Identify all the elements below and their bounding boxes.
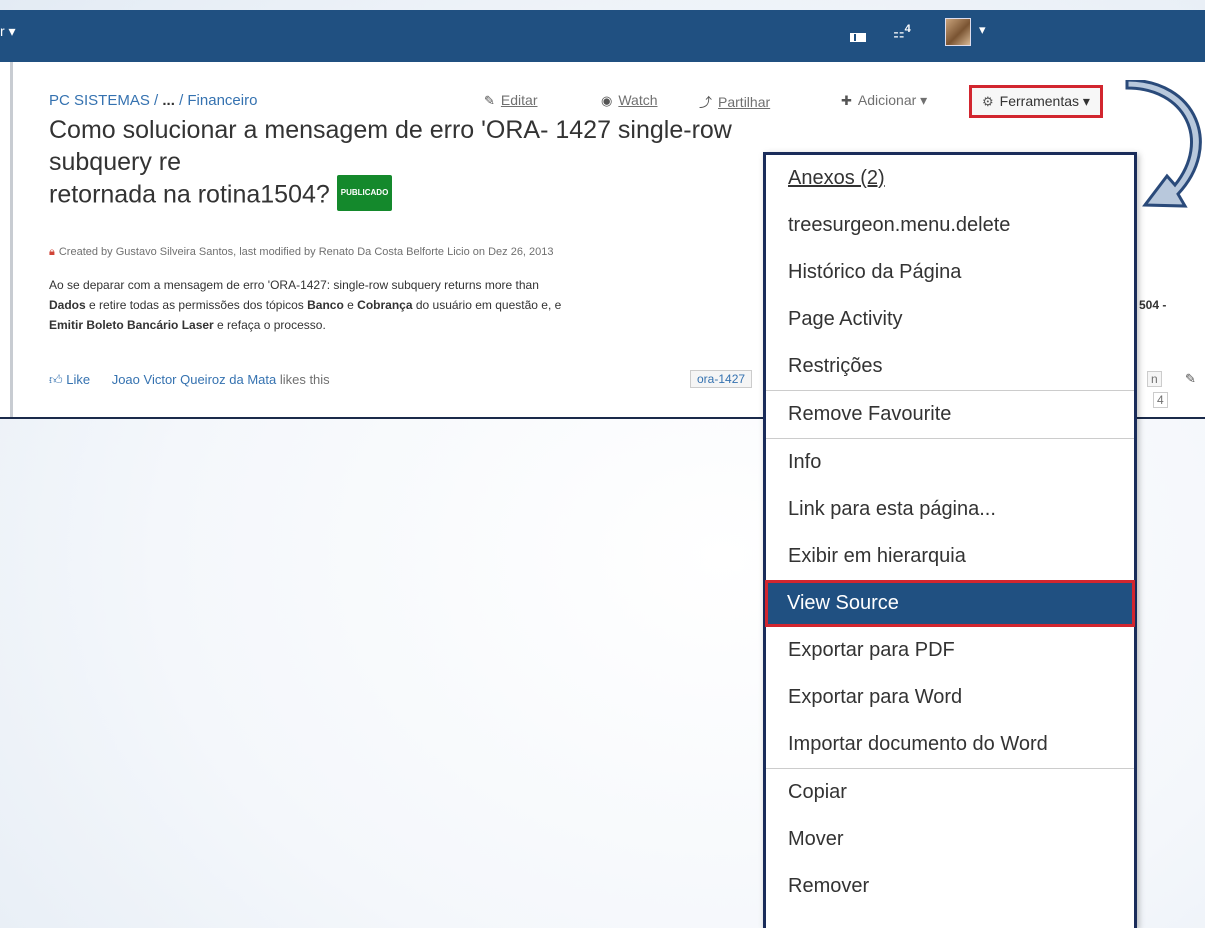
page-metadata: 🔒︎ Created by Gustavo Silveira Santos, la… bbox=[49, 246, 554, 259]
menu-item-export-word[interactable]: Exportar para Word bbox=[766, 674, 1134, 721]
avatar-caret-icon[interactable]: ▾ bbox=[979, 22, 986, 38]
plus-icon: ✚ bbox=[841, 93, 852, 108]
menu-item-hierarchy[interactable]: Exibir em hierarquia bbox=[766, 533, 1134, 580]
share-button[interactable]: ⤴ Partilhar bbox=[699, 92, 770, 111]
menu-item-label: Page Activity bbox=[788, 308, 903, 330]
menu-item-attachments[interactable]: Anexos (2) bbox=[766, 155, 1134, 202]
menu-item-import-word[interactable]: Importar documento do Word bbox=[766, 721, 1134, 768]
avatar[interactable] bbox=[945, 18, 971, 46]
tools-label: Ferramentas bbox=[999, 93, 1080, 109]
notification-count: 4 bbox=[904, 23, 911, 35]
label-tag[interactable]: n bbox=[1147, 371, 1162, 387]
menu-item-page-history[interactable]: Histórico da Página bbox=[766, 249, 1134, 296]
menu-item-label: Importar documento do Word bbox=[788, 733, 1048, 755]
body-bold-rotina: Emitir Boleto Bancário Laser bbox=[49, 318, 214, 332]
liker-link[interactable]: Joao Victor Queiroz da Mata bbox=[112, 372, 277, 387]
menu-item-label: Copiar bbox=[788, 781, 847, 803]
menu-item-label: Exibir em hierarquia bbox=[788, 545, 966, 567]
menu-item-restrictions[interactable]: Restrições bbox=[766, 343, 1134, 390]
add-label: Adicionar bbox=[857, 92, 917, 108]
body-text: e refaça o processo. bbox=[213, 318, 326, 332]
share-label: Partilhar bbox=[718, 94, 771, 110]
page-title-line3: retornada na rotina1504? bbox=[49, 180, 330, 209]
thumbs-up-icon: 👍︎ bbox=[49, 372, 63, 387]
like-row: 👍︎ Like Joao Victor Queiroz da Mata like… bbox=[49, 372, 330, 388]
breadcrumb-page[interactable]: / Financeiro bbox=[179, 92, 257, 109]
status-badge: PUBLICADO bbox=[336, 175, 393, 211]
breadcrumb: PC SISTEMAS / ... / Financeiro bbox=[49, 92, 257, 109]
pencil-icon: ✎ bbox=[484, 93, 495, 108]
menu-item-label: treesurgeon.menu.delete bbox=[788, 214, 1011, 236]
like-button[interactable]: 👍︎ Like bbox=[49, 372, 90, 387]
menu-item-copy[interactable]: Copiar bbox=[766, 769, 1134, 816]
body-line-2-right: 504 - bbox=[1139, 298, 1167, 312]
menu-item-label: Remover bbox=[788, 875, 870, 897]
edit-label: Editar bbox=[500, 92, 538, 108]
menu-item-delete[interactable]: treesurgeon.menu.delete bbox=[766, 202, 1134, 249]
body-line-1-text: Ao se deparar com a mensagem de erro 'OR… bbox=[49, 278, 539, 292]
menu-item-remove-favourite[interactable]: Remove Favourite bbox=[766, 391, 1134, 438]
notifications-icon[interactable]: ⚏4 bbox=[893, 23, 911, 41]
body-text: do usuário em questão e, e bbox=[412, 298, 562, 312]
menu-item-remove[interactable]: Remover bbox=[766, 863, 1134, 910]
tools-button[interactable]: ⚙ Ferramentas ▾ bbox=[969, 85, 1103, 118]
tools-dropdown-menu: Anexos (2) treesurgeon.menu.delete Histó… bbox=[763, 152, 1137, 928]
menu-item-page-activity[interactable]: Page Activity bbox=[766, 296, 1134, 343]
menu-item-label: Restrições bbox=[788, 355, 883, 377]
page-title: Como solucionar a mensagem de erro 'ORA-… bbox=[49, 114, 779, 214]
body-bold-banco: Banco bbox=[307, 298, 344, 312]
menu-item-link[interactable]: Link para esta página... bbox=[766, 486, 1134, 533]
watch-button[interactable]: ◉ Watch bbox=[601, 92, 658, 109]
eye-icon: ◉ bbox=[601, 93, 613, 108]
label-tag[interactable]: ora-1427 bbox=[690, 370, 753, 388]
menu-item-label: Info bbox=[788, 451, 822, 473]
chevron-down-icon: ▾ bbox=[920, 92, 928, 108]
body-text: e bbox=[343, 298, 358, 312]
menu-item-move[interactable]: Mover bbox=[766, 816, 1134, 863]
label-tag[interactable]: 4 bbox=[1153, 392, 1168, 408]
sidebar-toggle-icon[interactable] bbox=[850, 33, 866, 42]
watch-label: Watch bbox=[618, 92, 658, 108]
menu-item-label: Remove Favourite bbox=[788, 403, 952, 425]
add-button[interactable]: ✚ Adicionar ▾ bbox=[841, 92, 927, 109]
menu-item-label: View Source bbox=[787, 592, 899, 614]
top-navigation-bar: r ▾ ⚏4 ▾ bbox=[0, 10, 1205, 62]
page-metadata-text: Created by Gustavo Silveira Santos, last… bbox=[58, 246, 554, 258]
breadcrumb-ellipsis[interactable]: ... bbox=[162, 92, 175, 109]
menu-item-label: Mover bbox=[788, 828, 844, 850]
page-title-text: Como solucionar a mensagem de erro 'ORA-… bbox=[49, 116, 732, 176]
edit-labels-icon[interactable]: ✎ bbox=[1185, 371, 1196, 387]
menu-item-info[interactable]: Info bbox=[766, 439, 1134, 486]
menu-item-label: Exportar para PDF bbox=[788, 639, 955, 661]
like-label: Like bbox=[66, 372, 91, 387]
menu-item-view-source[interactable]: View Source bbox=[765, 580, 1135, 627]
chevron-down-icon: ▾ bbox=[1082, 93, 1090, 109]
gear-icon: ⚙ bbox=[982, 94, 994, 109]
menu-item-label: Exportar para Word bbox=[788, 686, 963, 708]
menu-item-label: Link para esta página... bbox=[788, 498, 996, 520]
nav-menu-caret[interactable]: r ▾ bbox=[0, 23, 16, 40]
menu-item-label: Histórico da Página bbox=[788, 261, 962, 283]
likes-this-text: likes this bbox=[276, 372, 330, 387]
body-bold-cobranca: Cobrança bbox=[357, 298, 413, 312]
edit-button[interactable]: ✎ Editar bbox=[484, 92, 537, 109]
lock-icon[interactable]: 🔒︎ bbox=[49, 246, 55, 258]
breadcrumb-space[interactable]: PC SISTEMAS / bbox=[49, 92, 158, 109]
body-text: e retire todas as permissões dos tópicos bbox=[85, 298, 308, 312]
menu-item-label: Anexos (2) bbox=[788, 167, 885, 189]
body-bold-dados: Dados bbox=[49, 298, 86, 312]
menu-item-export-pdf[interactable]: Exportar para PDF bbox=[766, 627, 1134, 674]
share-icon: ⤴ bbox=[699, 95, 713, 110]
